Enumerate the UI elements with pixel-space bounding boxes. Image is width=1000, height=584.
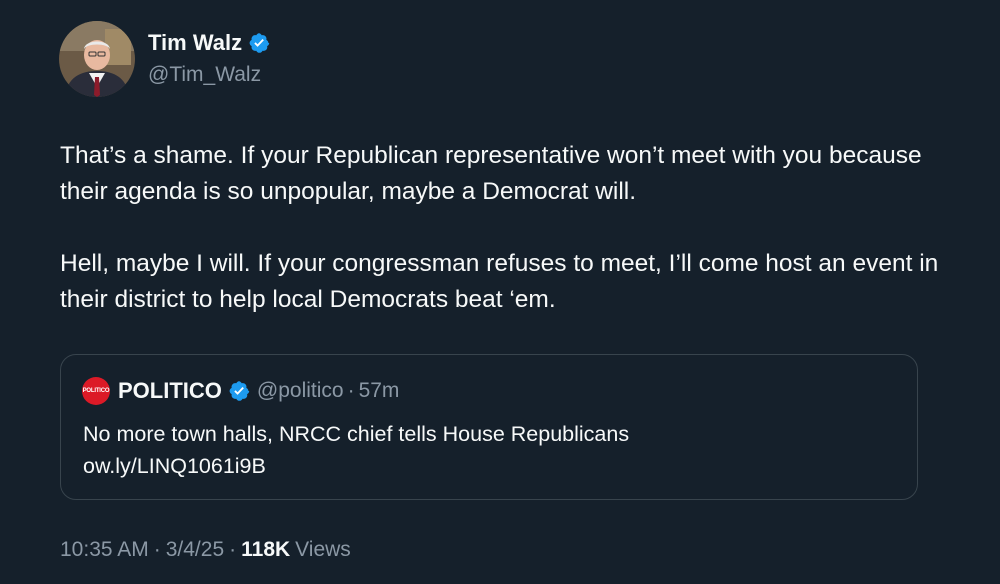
name-row: Tim Walz — [148, 29, 270, 57]
author-avatar[interactable] — [59, 21, 135, 97]
separator-dot: · — [153, 538, 161, 561]
profile-photo-icon — [59, 21, 135, 97]
tweet-text: That’s a shame. If your Republican repre… — [60, 138, 940, 354]
tweet-paragraph: That’s a shame. If your Republican repre… — [60, 142, 922, 205]
tweet-header: Tim Walz @Tim_Walz — [59, 21, 270, 97]
quoted-tweet-header: POLITICO POLITICO @politico · 57m — [82, 377, 399, 405]
verified-badge-icon — [229, 381, 250, 401]
separator-dot: · — [347, 379, 355, 402]
verified-badge-icon[interactable] — [248, 32, 270, 54]
quoted-timestamp: 57m — [358, 379, 400, 402]
separator-dot: · — [229, 538, 237, 561]
author-handle[interactable]: @Tim_Walz — [148, 60, 270, 90]
tweet-meta: 10:35 AM · 3/4/25 · 118K Views — [60, 538, 351, 562]
views-label: Views — [295, 538, 351, 561]
quoted-display-name: POLITICO — [118, 378, 222, 403]
tweet-time[interactable]: 10:35 AM — [60, 538, 149, 562]
tweet-date[interactable]: 3/4/25 — [166, 538, 224, 562]
author-names: Tim Walz @Tim_Walz — [148, 29, 270, 90]
views-count: 118K — [241, 538, 291, 561]
tweet-card: Tim Walz @Tim_Walz That’s a shame. If yo… — [0, 0, 1000, 584]
quoted-tweet-text: No more town halls, NRCC chief tells Hou… — [83, 422, 630, 478]
politico-logo-text: POLITICO — [82, 388, 110, 394]
author-display-name[interactable]: Tim Walz — [148, 29, 242, 57]
tweet-paragraph: Hell, maybe I will. If your congressman … — [60, 250, 939, 313]
quoted-tweet[interactable]: POLITICO POLITICO @politico · 57m No mor… — [60, 354, 918, 500]
quoted-handle: @politico — [256, 379, 344, 402]
politico-avatar: POLITICO — [82, 377, 110, 405]
